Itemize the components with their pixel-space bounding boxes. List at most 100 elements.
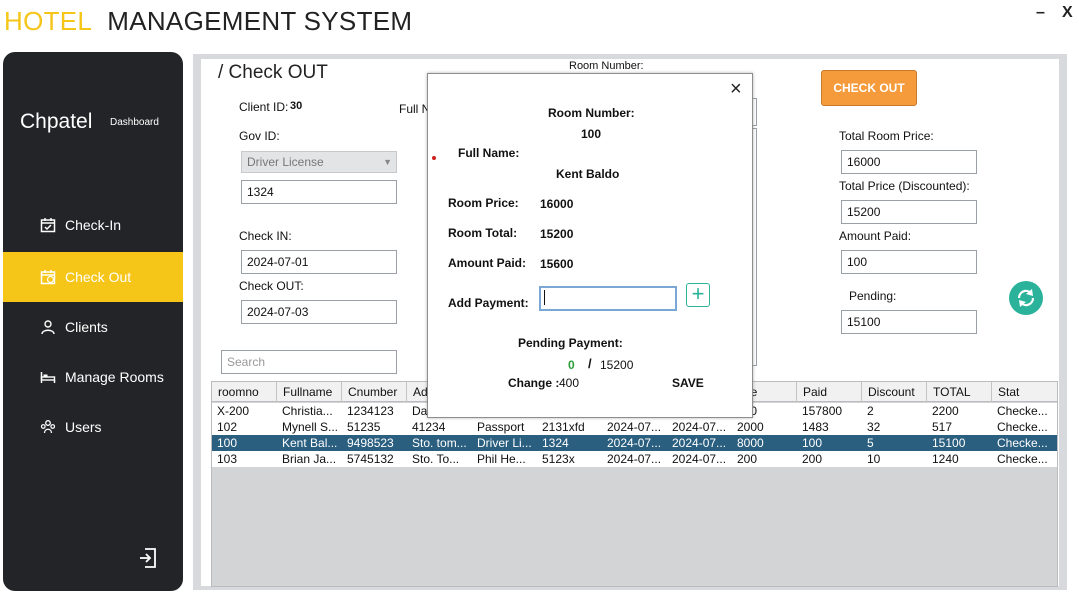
- table-cell: 102: [217, 420, 238, 434]
- calendar-check-icon: [39, 216, 57, 234]
- app-title-hotel: HOTEL: [4, 6, 93, 36]
- page-title: / Check OUT: [218, 62, 328, 83]
- modal-room-price-value: 16000: [540, 197, 574, 211]
- table-cell: 15100: [932, 436, 966, 450]
- table-cell: Kent Bal...: [282, 436, 338, 450]
- table-cell: 2200: [932, 404, 959, 418]
- add-payment-input[interactable]: [539, 286, 677, 311]
- minimize-button[interactable]: –: [1036, 4, 1045, 22]
- table-row[interactable]: 103 Brian Ja... 5745132 Sto. To... Phil He..…: [212, 451, 1057, 467]
- check-out-field[interactable]: 2024-07-03: [241, 300, 397, 324]
- gov-id-number-field[interactable]: 1324: [241, 180, 397, 204]
- column-header[interactable]: Cnumber: [342, 382, 407, 402]
- add-payment-label: Add Payment:: [448, 296, 529, 310]
- calendar-out-icon: [39, 268, 57, 286]
- check-in-field[interactable]: 2024-07-01: [241, 250, 397, 274]
- modal-room-total-label: Room Total:: [448, 226, 518, 240]
- sidebar-item-label: Check-In: [65, 217, 122, 233]
- change-value: 400: [559, 376, 580, 390]
- table-cell: 32: [867, 420, 881, 434]
- change-label: Change :: [508, 376, 560, 390]
- pending-field[interactable]: 15100: [841, 310, 977, 334]
- close-icon[interactable]: ×: [730, 78, 742, 101]
- client-id-value: 30: [290, 100, 303, 112]
- gov-id-label: Gov ID:: [239, 129, 280, 143]
- column-header[interactable]: Paid: [797, 382, 862, 402]
- table-cell: 1240: [932, 452, 959, 466]
- table-cell: Phil He...: [477, 452, 526, 466]
- table-cell: X-200: [217, 404, 250, 418]
- modal-room-total-value: 15200: [540, 227, 574, 241]
- table-cell: 100: [802, 436, 823, 450]
- gov-id-select[interactable]: Driver License ▼: [241, 151, 397, 173]
- client-id-label: Client ID:: [239, 100, 289, 114]
- modal-full-name-label: Full Name:: [458, 146, 520, 160]
- sidebar-item-manage-rooms[interactable]: Manage Rooms: [3, 352, 183, 402]
- total-room-price-label: Total Room Price:: [839, 129, 934, 143]
- app-title-rest: MANAGEMENT SYSTEM: [107, 6, 413, 36]
- close-window-button[interactable]: X: [1062, 4, 1073, 22]
- sidebar-item-label: Clients: [65, 319, 108, 335]
- total-price-discounted-field[interactable]: 15200: [841, 200, 977, 224]
- sidebar-item-check-out[interactable]: Check Out: [3, 252, 183, 302]
- table-cell: 2131xfd: [542, 420, 585, 434]
- sidebar-item-label: Users: [65, 419, 102, 435]
- table-cell: Checke...: [997, 452, 1048, 466]
- table-cell: 2024-07...: [607, 436, 662, 450]
- pending-payment-label: Pending Payment:: [518, 336, 623, 350]
- column-header[interactable]: roomno: [212, 382, 277, 402]
- gov-id-select-value: Driver License: [247, 155, 324, 169]
- column-header[interactable]: TOTAL: [927, 382, 992, 402]
- save-button[interactable]: SAVE: [672, 376, 704, 390]
- table-row[interactable]: 102 Mynell S... 51235 41234 Passport 2131xfd 2…: [212, 419, 1057, 435]
- table-cell: 2024-07...: [607, 452, 662, 466]
- user-group-icon: [39, 418, 57, 436]
- modal-amount-paid-value: 15600: [540, 257, 574, 271]
- chevron-down-icon: ▼: [383, 157, 392, 167]
- search-input[interactable]: Search: [221, 350, 397, 374]
- column-header[interactable]: Fullname: [277, 382, 342, 402]
- table-cell: 8000: [737, 436, 764, 450]
- column-header[interactable]: Stat: [992, 382, 1057, 402]
- table-cell: 5745132: [347, 452, 394, 466]
- bed-icon: [39, 368, 57, 386]
- table-cell: 2000: [737, 420, 764, 434]
- table-cell: 2024-07...: [672, 452, 727, 466]
- table-cell: 157800: [802, 404, 843, 418]
- table-cell: Mynell S...: [282, 420, 339, 434]
- sidebar-item-users[interactable]: Users: [3, 402, 183, 452]
- sidebar-item-label: Manage Rooms: [65, 369, 164, 385]
- text-cursor: [544, 290, 545, 305]
- table-cell: 1234123: [347, 404, 394, 418]
- table-cell: 200: [737, 452, 758, 466]
- amount-paid-label: Amount Paid:: [839, 229, 912, 243]
- table-cell: Sto. To...: [412, 452, 460, 466]
- sidebar-item-check-in[interactable]: Check-In: [3, 200, 183, 250]
- table-row[interactable]: 100 Kent Bal... 9498523 Sto. tom... Driver L…: [212, 435, 1057, 451]
- sidebar-item-clients[interactable]: Clients: [3, 302, 183, 352]
- table-cell: 51235: [347, 420, 381, 434]
- full-name-label: Full N: [399, 102, 431, 116]
- check-out-button[interactable]: CHECK OUT: [821, 70, 917, 106]
- total-room-price-field[interactable]: 16000: [841, 150, 977, 174]
- table-cell: 2024-07...: [672, 420, 727, 434]
- plus-icon[interactable]: +: [686, 283, 710, 307]
- table-cell: Checke...: [997, 420, 1048, 434]
- table-cell: Christia...: [282, 404, 333, 418]
- logout-icon[interactable]: [138, 547, 158, 574]
- required-dot: [432, 156, 436, 160]
- table-cell: 100: [217, 436, 238, 450]
- amount-paid-field[interactable]: 100: [841, 250, 977, 274]
- table-cell: 2024-07...: [607, 420, 662, 434]
- table-cell: 1324: [542, 436, 569, 450]
- table-cell: 2: [867, 404, 874, 418]
- table-cell: 5: [867, 436, 874, 450]
- column-header[interactable]: Discount: [862, 382, 927, 402]
- table-cell: Checke...: [997, 404, 1048, 418]
- refresh-icon[interactable]: [1009, 281, 1043, 315]
- modal-full-name-value: Kent Baldo: [556, 167, 620, 181]
- pending-payment-value: 0: [568, 358, 575, 372]
- total-price-discounted-label: Total Price (Discounted):: [839, 179, 970, 193]
- table-cell: Passport: [477, 420, 525, 434]
- room-number-label: Room Number:: [569, 60, 644, 72]
